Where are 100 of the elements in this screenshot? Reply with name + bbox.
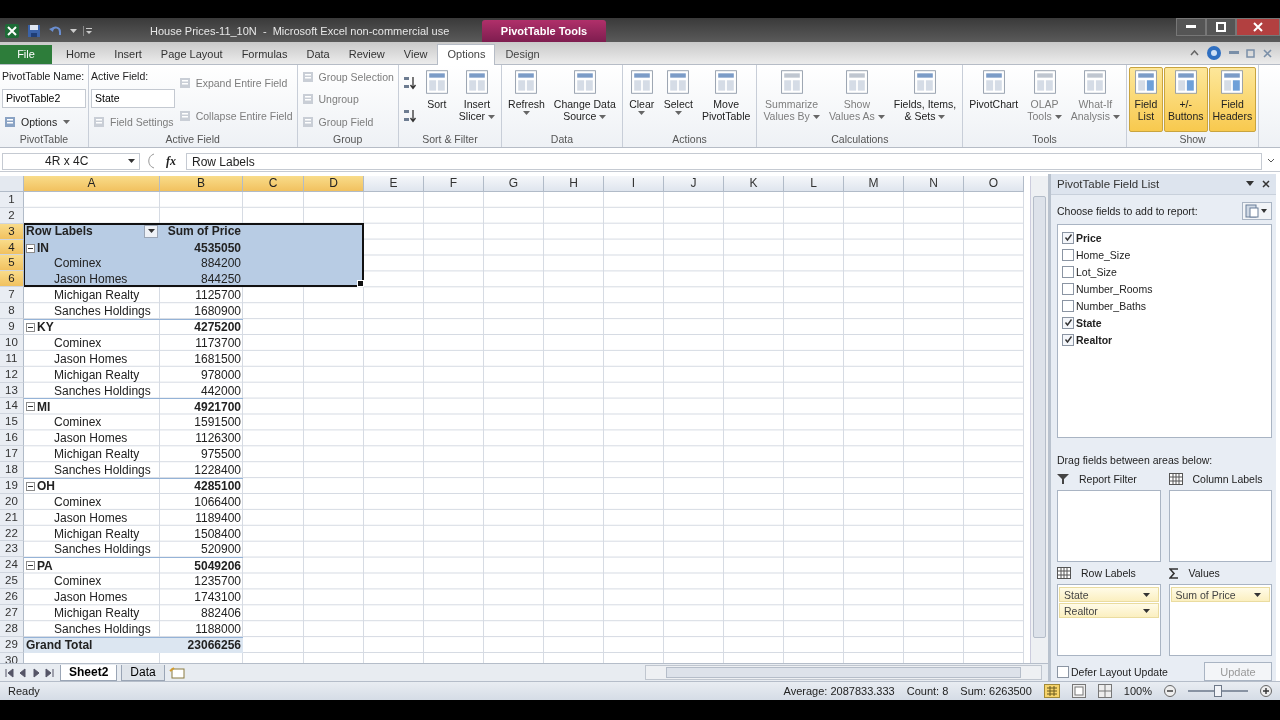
ribbon-button[interactable]: Field Headers xyxy=(1208,67,1257,132)
row-header[interactable]: 23 xyxy=(0,541,24,558)
column-header[interactable]: C xyxy=(243,176,304,192)
row-header[interactable]: 7 xyxy=(0,287,24,304)
field-checkbox[interactable]: Realtor xyxy=(1062,331,1267,349)
zoom-in-icon[interactable] xyxy=(1260,685,1272,697)
ribbon-button[interactable]: Field List xyxy=(1128,67,1163,132)
column-header[interactable]: N xyxy=(904,176,964,192)
ribbon-button[interactable]: Options xyxy=(2,115,86,130)
zoom-out-icon[interactable] xyxy=(1164,685,1176,697)
column-header[interactable]: G xyxy=(484,176,544,192)
row-header[interactable]: 5 xyxy=(0,255,24,272)
row-header[interactable]: 27 xyxy=(0,605,24,621)
column-header[interactable]: K xyxy=(724,176,784,192)
ribbon-button[interactable]: Refresh xyxy=(504,67,549,132)
save-icon[interactable] xyxy=(26,23,42,39)
row-header[interactable]: 16 xyxy=(0,430,24,447)
row-header[interactable]: 26 xyxy=(0,589,24,606)
layout-button[interactable] xyxy=(1242,202,1272,221)
column-header[interactable]: M xyxy=(844,176,904,192)
restore-icon[interactable] xyxy=(1246,48,1256,58)
drop-area[interactable]: Sum of Price xyxy=(1168,584,1272,656)
ribbon-button[interactable]: Insert Slicer xyxy=(454,67,500,132)
column-header[interactable]: E xyxy=(364,176,424,192)
collapse-icon[interactable] xyxy=(26,243,35,253)
page-break-icon[interactable] xyxy=(1097,684,1112,698)
ribbon-button[interactable]: +/- Buttons xyxy=(1163,67,1208,132)
checkbox[interactable] xyxy=(1062,299,1074,312)
ribbon-tab[interactable]: Options xyxy=(437,44,496,65)
ribbon-tab[interactable]: Formulas xyxy=(232,45,297,64)
field-chip[interactable]: Realtor xyxy=(1059,603,1159,618)
column-header[interactable]: A xyxy=(24,176,160,192)
ribbon-button[interactable]: Change Data Source xyxy=(549,67,620,132)
column-header[interactable]: D xyxy=(304,176,364,192)
sheet-tab[interactable]: Sheet2 xyxy=(60,664,118,681)
ribbon-tab[interactable]: Data xyxy=(297,45,339,64)
normal-view-icon[interactable] xyxy=(1043,684,1060,698)
checkbox[interactable] xyxy=(1062,248,1074,261)
field-checkbox[interactable]: Number_Rooms xyxy=(1062,280,1267,298)
row-header[interactable]: 15 xyxy=(0,414,24,431)
ribbon-tab[interactable]: Home xyxy=(57,45,105,64)
checkbox[interactable] xyxy=(1062,316,1074,329)
name-box[interactable]: 4R x 4C xyxy=(2,152,140,170)
row-header[interactable]: 14 xyxy=(0,398,24,415)
checkbox[interactable] xyxy=(1062,265,1074,278)
page-layout-icon[interactable] xyxy=(1071,684,1086,698)
field-checkbox[interactable]: State xyxy=(1062,314,1267,332)
row-header[interactable]: 8 xyxy=(0,303,24,319)
sheet-tab[interactable]: Data xyxy=(121,664,165,681)
row-header[interactable]: 6 xyxy=(0,271,24,288)
help-icon[interactable] xyxy=(1206,45,1222,61)
collapse-icon[interactable] xyxy=(26,402,35,412)
column-header[interactable]: J xyxy=(664,176,724,192)
column-header[interactable]: L xyxy=(784,176,844,192)
field-checkbox[interactable]: Number_Baths xyxy=(1062,297,1267,315)
file-tab[interactable]: File xyxy=(0,45,52,64)
column-header[interactable]: B xyxy=(160,176,243,192)
slider-thumb[interactable] xyxy=(1214,685,1222,697)
row-header[interactable]: 24 xyxy=(0,557,24,574)
column-header[interactable]: H xyxy=(544,176,604,192)
ribbon-button[interactable]: Move PivotTable xyxy=(697,67,755,132)
close-icon[interactable] xyxy=(1262,179,1270,188)
field-checkbox[interactable]: Home_Size xyxy=(1062,246,1267,264)
minimize-ribbon-icon[interactable] xyxy=(1190,50,1199,56)
column-header[interactable]: I xyxy=(604,176,664,192)
ribbon-button[interactable]: Sort xyxy=(419,67,454,132)
ribbon-button[interactable]: Clear xyxy=(624,67,659,132)
row-header[interactable]: 18 xyxy=(0,462,24,478)
zoom-slider[interactable] xyxy=(1188,685,1248,697)
insert-sheet-icon[interactable] xyxy=(168,666,187,679)
ribbon-tab[interactable]: Insert xyxy=(105,45,151,64)
checkbox[interactable] xyxy=(1057,665,1069,678)
ribbon-tab[interactable]: Design xyxy=(496,45,549,64)
ribbon-tab[interactable]: Page Layout xyxy=(151,45,232,64)
ribbon-tab[interactable]: Review xyxy=(339,45,394,64)
customize-icon[interactable] xyxy=(83,25,92,37)
ribbon-button[interactable]: Select xyxy=(659,67,697,132)
ribbon-button[interactable]: PivotChart xyxy=(965,67,1023,132)
insert-function-button[interactable]: fx xyxy=(160,153,182,169)
row-header[interactable]: 25 xyxy=(0,573,24,590)
collapse-icon[interactable] xyxy=(26,561,35,571)
ribbon-button[interactable]: Fields, Items, & Sets xyxy=(889,67,961,132)
vertical-scrollbar[interactable] xyxy=(1030,176,1048,663)
text-field[interactable]: PivotTable2 xyxy=(2,89,86,108)
caret-icon[interactable] xyxy=(1246,181,1254,187)
row-header[interactable]: 9 xyxy=(0,319,24,335)
minimize-icon[interactable] xyxy=(1229,51,1239,55)
defer-checkbox[interactable]: Defer Layout Update xyxy=(1057,663,1168,680)
checkbox[interactable] xyxy=(1062,231,1074,244)
ribbon-tab[interactable]: View xyxy=(394,45,437,64)
field-checkbox[interactable]: Price xyxy=(1062,229,1267,247)
checkbox[interactable] xyxy=(1062,282,1074,295)
minimize-button[interactable] xyxy=(1176,18,1206,36)
fill-handle[interactable] xyxy=(357,280,364,288)
column-header[interactable]: O xyxy=(964,176,1024,192)
close-button[interactable] xyxy=(1236,18,1280,36)
collapse-icon[interactable] xyxy=(26,322,35,332)
restore-button[interactable] xyxy=(1206,18,1236,36)
text-field[interactable]: State xyxy=(91,89,175,108)
row-header[interactable]: 17 xyxy=(0,446,24,463)
